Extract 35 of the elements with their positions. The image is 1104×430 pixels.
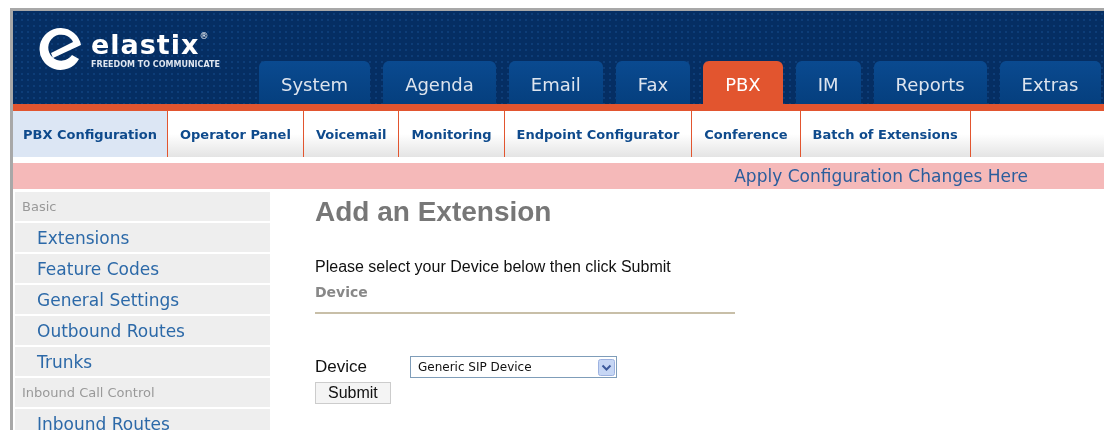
sidebar-item[interactable]: Feature Codes bbox=[15, 254, 270, 283]
sidebar-item[interactable]: Outbound Routes bbox=[15, 316, 270, 345]
menu-tab[interactable]: Email bbox=[508, 61, 603, 104]
sidebar-section-title: Inbound Call Control bbox=[15, 378, 270, 407]
sidebar-item[interactable]: Trunks bbox=[15, 347, 270, 376]
instruction-text: Please select your Device below then click Submit bbox=[315, 258, 671, 276]
sidebar-item[interactable]: General Settings bbox=[15, 285, 270, 314]
submenu-tab[interactable]: Voicemail bbox=[303, 111, 400, 157]
submenu-tab[interactable]: Endpoint Configurator bbox=[504, 111, 693, 157]
menu-tab[interactable]: IM bbox=[795, 61, 861, 104]
menu-tab[interactable]: Extras bbox=[999, 61, 1101, 104]
logo-icon bbox=[39, 25, 83, 73]
page-title: Add an Extension bbox=[315, 196, 552, 228]
section-heading: Device bbox=[315, 284, 368, 300]
menu-tab[interactable]: Agenda bbox=[383, 61, 496, 104]
menu-tab[interactable]: PBX bbox=[703, 61, 783, 104]
submenu-tab[interactable]: PBX Configuration bbox=[13, 111, 168, 157]
apply-changes-link[interactable]: Apply Configuration Changes Here bbox=[734, 166, 1028, 186]
dropdown-icon bbox=[598, 358, 615, 376]
registered-mark: ® bbox=[199, 29, 209, 42]
submenu-tab[interactable]: Conference bbox=[692, 111, 801, 157]
sidebar-item[interactable]: Extensions bbox=[15, 223, 270, 252]
submenu-tab[interactable]: Monitoring bbox=[399, 111, 505, 157]
field-label: Device bbox=[315, 357, 368, 377]
menu-tab[interactable]: Fax bbox=[615, 61, 691, 104]
sidebar-section-title: Basic bbox=[15, 192, 270, 221]
submenu-tab[interactable]: Batch of Extensions bbox=[800, 111, 971, 157]
menu-tab[interactable]: Reports bbox=[873, 61, 987, 104]
sidebar-item[interactable]: Inbound Routes bbox=[15, 409, 270, 430]
logo-tagline: FREEDOM TO COMMUNICATE bbox=[91, 59, 220, 69]
menu-tab[interactable]: System bbox=[259, 61, 371, 104]
logo-name: elastix bbox=[91, 29, 200, 60]
submenu-tab[interactable]: Operator Panel bbox=[167, 111, 304, 157]
device-select[interactable]: Generic SIP Device bbox=[410, 356, 617, 378]
submit-button[interactable]: Submit bbox=[315, 382, 391, 404]
